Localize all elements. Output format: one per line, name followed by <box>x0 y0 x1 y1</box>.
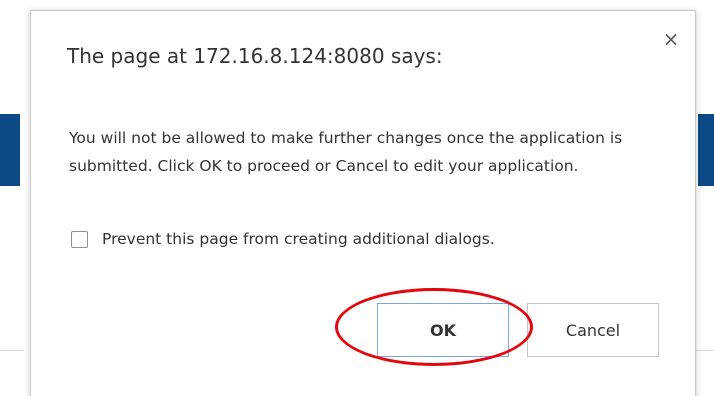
page-divider <box>0 350 24 351</box>
suppress-dialogs-option[interactable]: Prevent this page from creating addition… <box>71 230 495 248</box>
page-header-band <box>0 114 20 186</box>
page-header-band <box>698 114 714 186</box>
page-divider <box>694 350 714 351</box>
javascript-confirm-dialog: The page at 172.16.8.124:8080 says: × Yo… <box>30 10 696 396</box>
suppress-dialogs-label[interactable]: Prevent this page from creating addition… <box>102 230 495 248</box>
suppress-dialogs-checkbox[interactable] <box>71 230 88 248</box>
ok-button[interactable]: OK <box>377 303 509 357</box>
dialog-message: You will not be allowed to make further … <box>69 129 623 175</box>
dialog-title: The page at 172.16.8.124:8080 says: <box>67 44 443 68</box>
browser-page: The page at 172.16.8.124:8080 says: × Yo… <box>0 0 714 396</box>
cancel-button[interactable]: Cancel <box>527 303 659 357</box>
close-icon[interactable]: × <box>659 27 683 51</box>
